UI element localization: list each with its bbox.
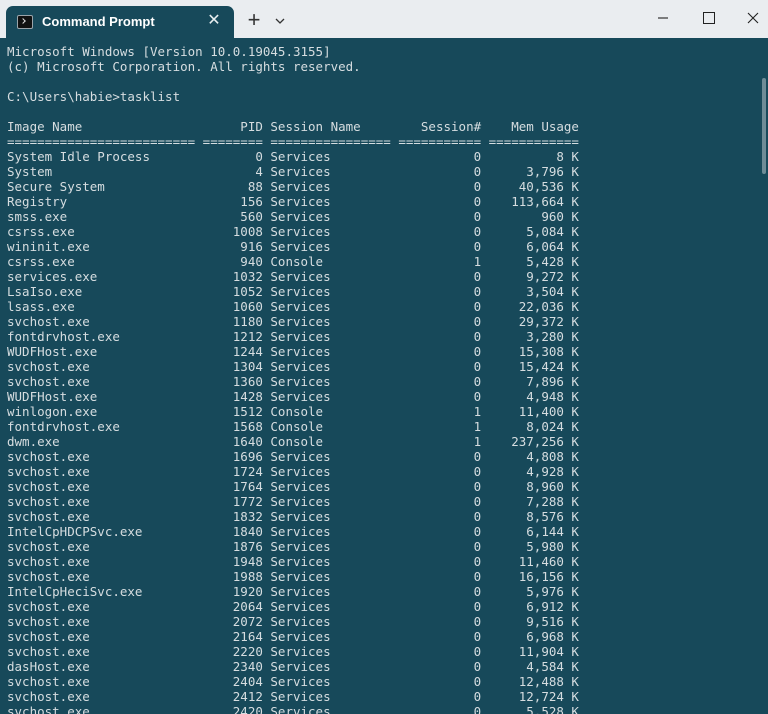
maximize-button[interactable] bbox=[686, 0, 732, 38]
minimize-button[interactable] bbox=[640, 0, 686, 38]
close-icon bbox=[747, 9, 759, 26]
table-row: svchost.exe 1948 Services 0 11,460 K bbox=[7, 554, 579, 569]
table-row: svchost.exe 1360 Services 0 7,896 K bbox=[7, 374, 579, 389]
terminal-icon bbox=[17, 15, 33, 29]
table-row: svchost.exe 1724 Services 0 4,928 K bbox=[7, 464, 579, 479]
table-row: svchost.exe 1876 Services 0 5,980 K bbox=[7, 539, 579, 554]
table-row: dasHost.exe 2340 Services 0 4,584 K bbox=[7, 659, 579, 674]
table-row: WUDFHost.exe 1428 Services 0 4,948 K bbox=[7, 389, 579, 404]
table-row: fontdrvhost.exe 1212 Services 0 3,280 K bbox=[7, 329, 579, 344]
console-line: Microsoft Windows [Version 10.0.19045.31… bbox=[7, 44, 331, 59]
table-row: svchost.exe 2072 Services 0 9,516 K bbox=[7, 614, 579, 629]
table-row: smss.exe 560 Services 0 960 K bbox=[7, 209, 579, 224]
table-row: WUDFHost.exe 1244 Services 0 15,308 K bbox=[7, 344, 579, 359]
console-line: (c) Microsoft Corporation. All rights re… bbox=[7, 59, 361, 74]
console-line: C:\Users\habie>tasklist bbox=[7, 89, 181, 104]
table-row: svchost.exe 1988 Services 0 16,156 K bbox=[7, 569, 579, 584]
table-row: svchost.exe 1764 Services 0 8,960 K bbox=[7, 479, 579, 494]
chevron-down-icon[interactable] bbox=[272, 13, 288, 29]
table-row: System Idle Process 0 Services 0 8 K bbox=[7, 149, 579, 164]
scrollbar-thumb[interactable] bbox=[762, 78, 766, 174]
close-tab-icon[interactable]: ✕ bbox=[204, 11, 224, 31]
table-row: System 4 Services 0 3,796 K bbox=[7, 164, 579, 179]
table-row: IntelCpHDCPSvc.exe 1840 Services 0 6,144… bbox=[7, 524, 579, 539]
table-row: winlogon.exe 1512 Console 1 11,400 K bbox=[7, 404, 579, 419]
table-row: fontdrvhost.exe 1568 Console 1 8,024 K bbox=[7, 419, 579, 434]
table-row: svchost.exe 2420 Services 0 5,528 K bbox=[7, 704, 579, 714]
tab-command-prompt[interactable]: Command Prompt ✕ bbox=[6, 6, 234, 38]
terminal-output[interactable]: Microsoft Windows [Version 10.0.19045.31… bbox=[0, 38, 768, 714]
minimize-icon bbox=[657, 9, 669, 26]
table-row: svchost.exe 2220 Services 0 11,904 K bbox=[7, 644, 579, 659]
table-row: services.exe 1032 Services 0 9,272 K bbox=[7, 269, 579, 284]
table-row: svchost.exe 1832 Services 0 8,576 K bbox=[7, 509, 579, 524]
new-tab-button[interactable]: + bbox=[243, 9, 265, 31]
table-row: lsass.exe 1060 Services 0 22,036 K bbox=[7, 299, 579, 314]
close-window-button[interactable] bbox=[730, 0, 768, 38]
maximize-icon bbox=[703, 12, 715, 25]
table-row: svchost.exe 1304 Services 0 15,424 K bbox=[7, 359, 579, 374]
table-header: Image Name PID Session Name Session# Mem… bbox=[7, 119, 579, 134]
table-row: svchost.exe 2164 Services 0 6,968 K bbox=[7, 629, 579, 644]
table-row: csrss.exe 940 Console 1 5,428 K bbox=[7, 254, 579, 269]
table-row: dwm.exe 1640 Console 1 237,256 K bbox=[7, 434, 579, 449]
table-row: Registry 156 Services 0 113,664 K bbox=[7, 194, 579, 209]
table-row: svchost.exe 2412 Services 0 12,724 K bbox=[7, 689, 579, 704]
title-bar: Command Prompt ✕ + bbox=[0, 0, 768, 38]
table-row: csrss.exe 1008 Services 0 5,084 K bbox=[7, 224, 579, 239]
table-row: svchost.exe 1180 Services 0 29,372 K bbox=[7, 314, 579, 329]
console-text: Microsoft Windows [Version 10.0.19045.31… bbox=[7, 44, 579, 714]
table-row: wininit.exe 916 Services 0 6,064 K bbox=[7, 239, 579, 254]
table-row: Secure System 88 Services 0 40,536 K bbox=[7, 179, 579, 194]
table-row: svchost.exe 1696 Services 0 4,808 K bbox=[7, 449, 579, 464]
table-row: svchost.exe 2064 Services 0 6,912 K bbox=[7, 599, 579, 614]
table-row: LsaIso.exe 1052 Services 0 3,504 K bbox=[7, 284, 579, 299]
tab-title: Command Prompt bbox=[42, 14, 155, 29]
table-row: svchost.exe 1772 Services 0 7,288 K bbox=[7, 494, 579, 509]
table-row: IntelCpHeciSvc.exe 1920 Services 0 5,976… bbox=[7, 584, 579, 599]
table-separator: ========================= ======== =====… bbox=[7, 134, 579, 149]
table-row: svchost.exe 2404 Services 0 12,488 K bbox=[7, 674, 579, 689]
